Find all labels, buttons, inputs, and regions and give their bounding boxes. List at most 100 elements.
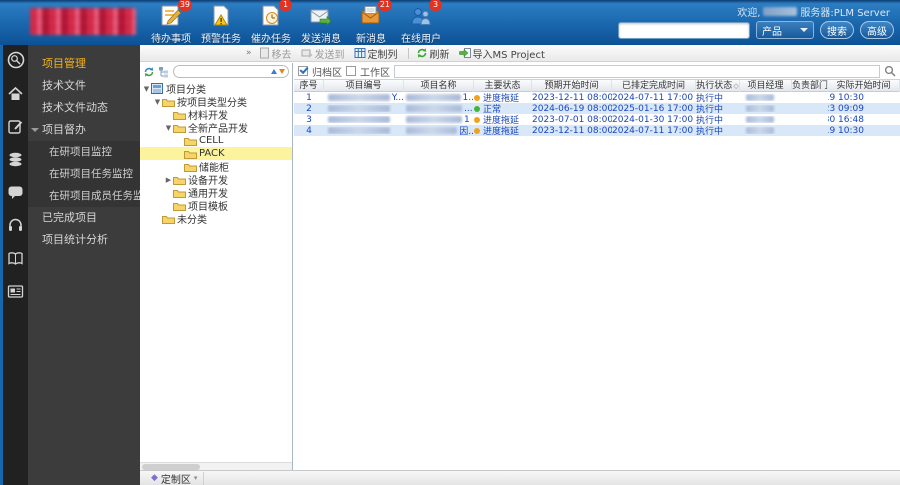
chevron-down-icon [800, 28, 808, 32]
workspace-checkbox[interactable] [346, 66, 356, 76]
import-ms-project-button[interactable]: 导入MS Project [458, 46, 545, 61]
database-icon[interactable] [7, 150, 25, 168]
column-scheduled-finish[interactable]: 已排定完成时间 [612, 79, 696, 92]
table-row[interactable]: 3 1 进度拖延 2023-07-01 08:00 2024-01-30 17:… [294, 114, 900, 127]
column-project-name[interactable]: 项目名称 [404, 79, 474, 92]
sort-icon: ◇ [733, 81, 739, 90]
search-previous-icon[interactable] [271, 69, 277, 74]
tree-node-new-product-dev[interactable]: ▼ 全新产品开发 [140, 121, 292, 136]
redacted-manager-name [746, 116, 774, 123]
table-row[interactable]: 1 Y... 1.. 进度拖延 2023-12-11 08:00 2024-07… [294, 92, 900, 105]
folder-icon [173, 187, 186, 198]
menu-item-technical-document-activity[interactable]: 技术文件动态 [28, 97, 140, 119]
toolbar-collapse-button[interactable]: » [246, 48, 252, 58]
search-next-icon[interactable] [279, 69, 285, 74]
cell-seq: 3 [306, 114, 312, 125]
list-filter-input[interactable] [394, 64, 880, 78]
redacted-project-number [328, 94, 390, 101]
expander-icon[interactable]: ▼ [142, 85, 151, 93]
expander-icon[interactable]: ▼ [153, 98, 162, 106]
tree-toolbar [140, 63, 292, 80]
folder-icon [173, 174, 186, 185]
archive-area-label: 归档区 [312, 67, 342, 79]
remove-button[interactable]: 移去 [259, 46, 292, 61]
search-button[interactable]: 搜索 [820, 21, 854, 39]
column-seq[interactable]: 序号 [294, 79, 324, 92]
send-message-button[interactable]: 发送消息 [296, 3, 346, 45]
cell-project-number [324, 116, 404, 123]
tree-horizontal-scrollbar[interactable] [140, 462, 292, 470]
cell-actual-start: 2024-08-23 09:09 [828, 103, 864, 114]
global-search-input[interactable] [618, 21, 750, 39]
tree-search-input[interactable] [173, 65, 289, 78]
advanced-search-button[interactable]: 高级 [860, 21, 894, 39]
cell-planned-start: 2023-12-11 08:00 [532, 125, 612, 136]
expand-tree-icon[interactable] [158, 66, 170, 78]
new-messages-button[interactable]: 21 新消息 [346, 0, 396, 45]
tree-node-cell[interactable]: CELL [140, 134, 292, 147]
toolbar-divider [407, 47, 409, 59]
expander-icon[interactable]: ▼ [164, 124, 173, 132]
urged-tasks-button[interactable]: 1 催办任务 [246, 0, 296, 45]
send-mail-icon [308, 3, 334, 29]
table-row[interactable]: 2 ... 正常 2024-06-19 08:00 2025-01-16 17:… [294, 103, 900, 115]
table-row[interactable]: 4 因.. 进度拖延 2023-12-11 08:00 2024-07-11 1… [294, 125, 900, 137]
sidebar-menu: 项目管理 技术文件 技术文件动态 项目督办 在研项目监控 在研项目任务监控 在研… [28, 45, 140, 485]
users-icon: 3 [408, 0, 442, 29]
online-users-count-badge: 3 [429, 0, 442, 11]
home-icon[interactable] [7, 84, 25, 102]
news-card-icon[interactable] [7, 282, 25, 300]
column-project-manager[interactable]: 项目经理 [740, 79, 792, 92]
customization-area-tab[interactable]: ◆ 定制区 ▾ [145, 471, 205, 485]
support-headset-icon[interactable] [7, 216, 25, 234]
menu-item-project-statistics[interactable]: 项目统计分析 [28, 229, 140, 251]
urged-count-badge: 1 [279, 0, 292, 11]
customize-columns-button[interactable]: 定制列 [354, 46, 398, 61]
cell-project-manager [740, 127, 792, 134]
refresh-button[interactable]: 刷新 [416, 46, 450, 61]
column-main-status[interactable]: 主要状态 [474, 79, 532, 92]
column-department[interactable]: 负责部门 [792, 79, 828, 92]
tree-node-project-template[interactable]: 项目模板 [140, 199, 292, 213]
column-actual-start[interactable]: 实际开始时间 [828, 79, 900, 92]
search-icon[interactable] [884, 65, 896, 77]
brand-logo-icon[interactable] [7, 51, 25, 69]
expander-icon[interactable]: ▶ [164, 176, 173, 184]
tree-node-unclassified[interactable]: 未分类 [140, 212, 292, 226]
search-category-select[interactable]: 产品 [756, 21, 814, 39]
status-dot [474, 105, 480, 112]
send-to-button[interactable]: 发送到 [301, 46, 345, 61]
cell-planned-start: 2023-07-01 08:00 [532, 114, 612, 125]
menu-item-project-management[interactable]: 项目管理 [28, 53, 140, 75]
menu-item-active-project-task-monitor[interactable]: 在研项目任务监控 [28, 163, 140, 185]
import-icon [458, 48, 471, 58]
status-dot [474, 94, 480, 101]
menu-group-project-supervision[interactable]: 项目督办 [28, 119, 140, 141]
menu-item-technical-documents[interactable]: 技术文件 [28, 75, 140, 97]
diamond-icon: ◆ [151, 473, 158, 483]
todo-items-button[interactable]: 39 待办事项 [146, 0, 196, 45]
edit-tasks-icon[interactable] [7, 117, 25, 135]
warning-tasks-button[interactable]: 预警任务 [196, 3, 246, 45]
archive-area-checkbox[interactable] [298, 66, 308, 76]
knowledge-book-icon[interactable] [7, 249, 25, 267]
cell-scheduled-finish: 2024-01-30 17:00 [612, 114, 694, 125]
document-icon [259, 47, 269, 59]
column-exec-status[interactable]: 执行状态 ◇ [696, 79, 740, 92]
folder-icon [173, 122, 186, 133]
column-project-number[interactable]: 项目编号 [324, 79, 404, 92]
online-users-button[interactable]: 3 在线用户 [396, 0, 446, 45]
redacted-manager-name [746, 94, 774, 101]
menu-item-completed-projects[interactable]: 已完成项目 [28, 207, 140, 229]
list-filter-bar: 归档区 工作区 [294, 63, 900, 79]
project-tree-panel: ▼ 项目分类 ▼ 按项目类型分类 材料开发 ▼ 全新产品开发 CELL PACK… [140, 63, 293, 470]
server-label: 服务器:PLM Server [800, 8, 890, 19]
menu-item-active-project-monitor[interactable]: 在研项目监控 [28, 141, 140, 163]
tree-refresh-icon[interactable] [143, 66, 155, 78]
chat-icon[interactable] [7, 183, 25, 201]
cell-scheduled-finish: 2024-07-11 17:00 [612, 125, 694, 136]
menu-item-member-task-monitor[interactable]: 在研项目成员任务监控 [28, 185, 140, 207]
search-category-value: 产品 [762, 26, 782, 38]
column-planned-start[interactable]: 预期开始时间 [532, 79, 612, 92]
status-bar: ◆ 定制区 ▾ [140, 470, 900, 485]
